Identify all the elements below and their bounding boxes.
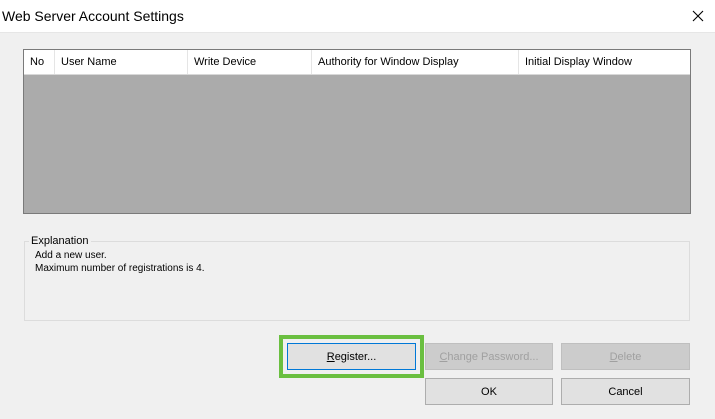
table-body[interactable] [24, 75, 690, 213]
column-header-write-device[interactable]: Write Device [188, 50, 312, 74]
register-button[interactable]: Register... [287, 343, 416, 370]
explanation-legend: Explanation [29, 235, 91, 247]
ok-label: OK [481, 385, 497, 398]
register-button-label: Register... [326, 350, 377, 363]
column-header-no[interactable]: No [24, 50, 55, 74]
table-header: No User Name Write Device Authority for … [24, 50, 690, 75]
delete-button[interactable]: Delete [561, 343, 690, 370]
window-title: Web Server Account Settings [2, 8, 184, 24]
explanation-box [24, 241, 690, 321]
close-icon [692, 10, 704, 22]
close-button[interactable] [683, 0, 713, 32]
explanation-line: Add a new user. [35, 250, 107, 261]
ok-button[interactable]: OK [425, 378, 553, 405]
delete-label: Delete [609, 350, 642, 363]
column-header-initial-window[interactable]: Initial Display Window [519, 50, 690, 74]
column-header-user-name[interactable]: User Name [55, 50, 188, 74]
change-password-button[interactable]: Change Password... [425, 343, 553, 370]
title-bar: Web Server Account Settings [0, 0, 715, 33]
change-password-label: Change Password... [439, 350, 539, 363]
column-header-authority[interactable]: Authority for Window Display [312, 50, 519, 74]
cancel-label: Cancel [608, 385, 643, 398]
explanation-line: Maximum number of registrations is 4. [35, 263, 205, 274]
user-table[interactable]: No User Name Write Device Authority for … [23, 49, 691, 214]
cancel-button[interactable]: Cancel [561, 378, 690, 405]
